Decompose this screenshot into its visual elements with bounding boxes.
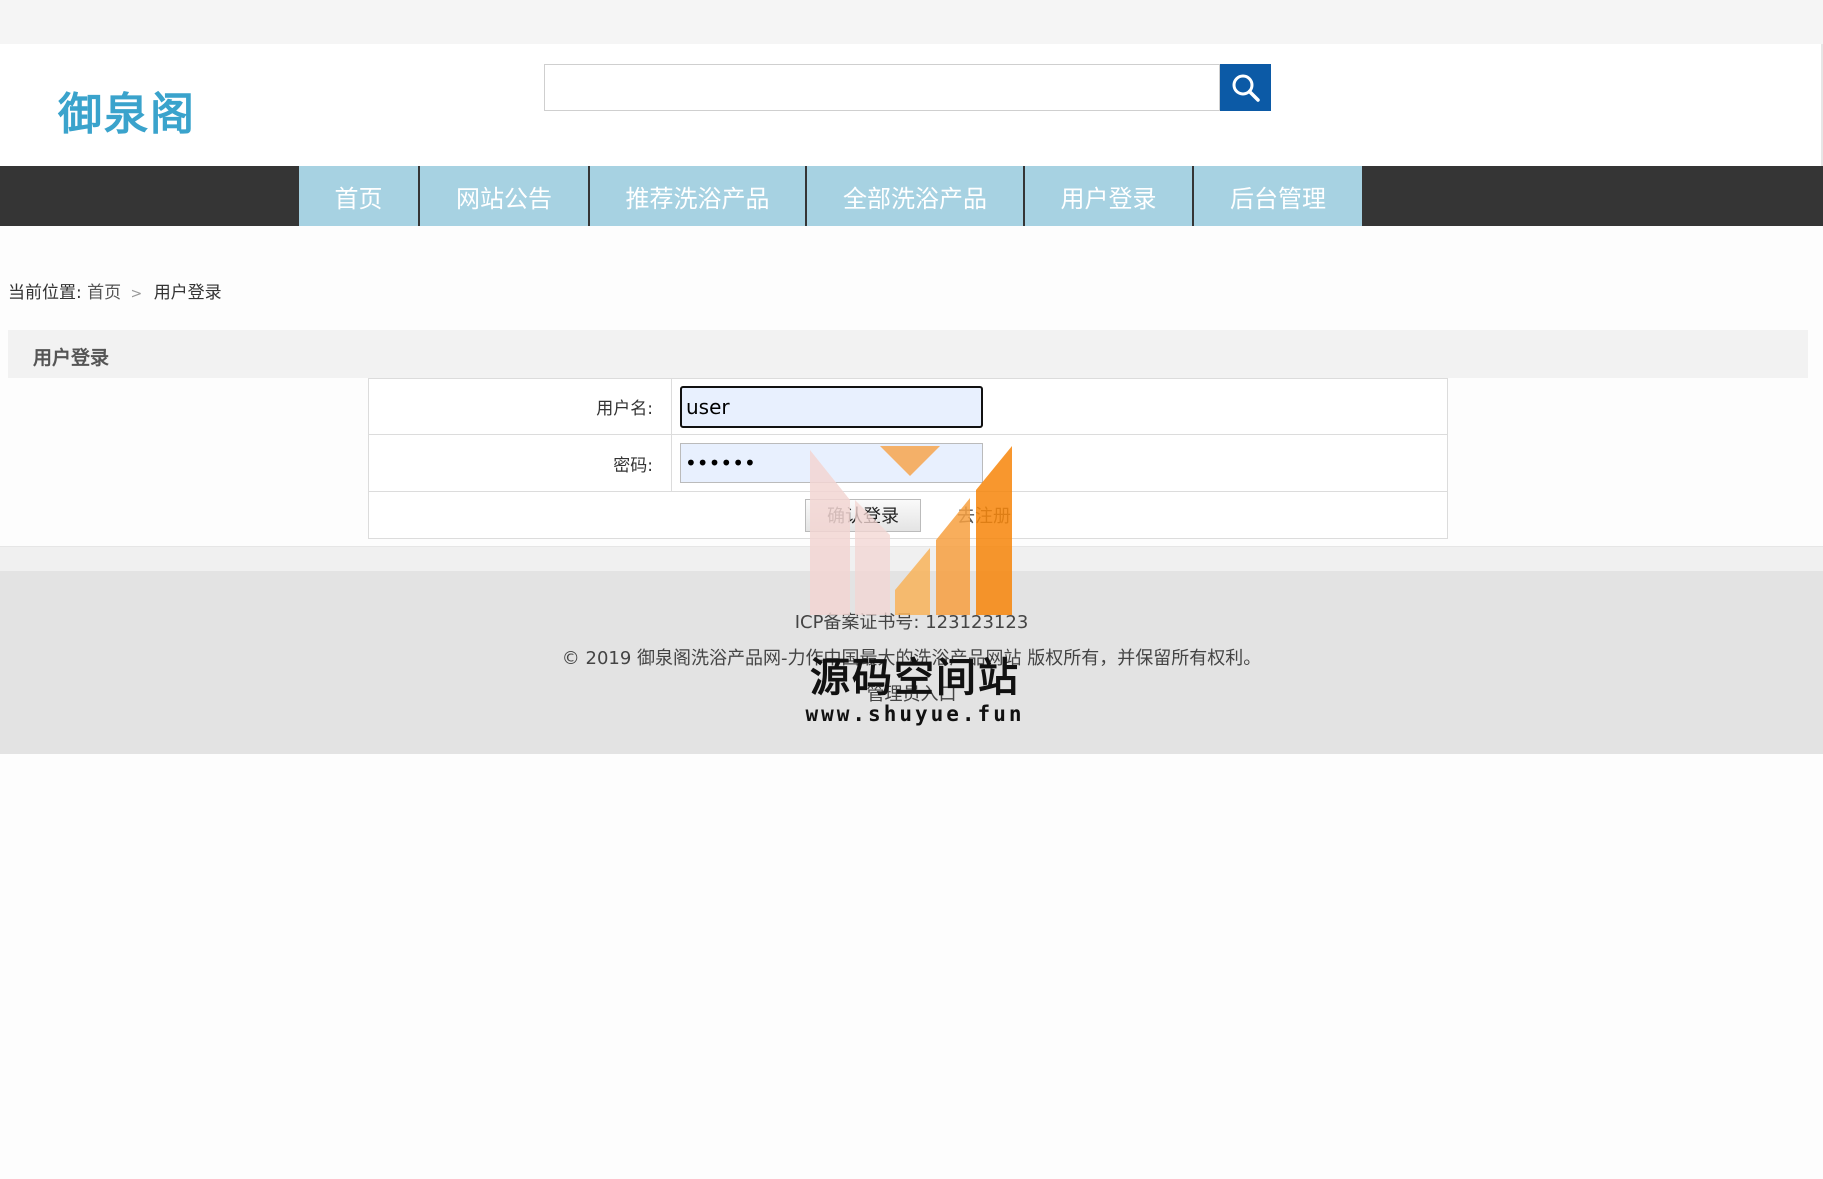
login-section-header: 用户登录: [8, 330, 1808, 378]
top-strip: [0, 0, 1823, 44]
password-field[interactable]: [680, 443, 983, 483]
breadcrumb: 当前位置: 首页 > 用户登录: [8, 278, 222, 303]
login-form: 用户名: 密码: 确认登录 去注册: [368, 378, 1448, 539]
breadcrumb-prefix: 当前位置:: [8, 283, 82, 303]
breadcrumb-current: 用户登录: [153, 283, 222, 303]
footer-divider: [0, 546, 1823, 571]
username-label: 用户名:: [368, 378, 672, 435]
icp-number: ICP备案证书号: 123123123: [794, 612, 1029, 633]
search-icon: [1232, 74, 1260, 102]
password-label: 密码:: [368, 434, 672, 492]
confirm-login-button[interactable]: 确认登录: [805, 498, 921, 532]
main-nav: 首页 网站公告 推荐洗浴产品 全部洗浴产品 用户登录 后台管理: [0, 166, 1823, 226]
copyright-text: © 2019 御泉阁洗浴产品网-力作中国最大的洗浴产品网站 版权所有，并保留所有…: [561, 648, 1262, 669]
header: 御泉阁: [0, 44, 1823, 166]
admin-entry-link[interactable]: 管理员入口: [0, 680, 1823, 706]
username-field[interactable]: [680, 385, 983, 428]
section-title: 用户登录: [33, 347, 110, 369]
breadcrumb-home-link[interactable]: 首页: [87, 283, 121, 303]
search-button[interactable]: [1220, 64, 1271, 111]
search-input[interactable]: [544, 64, 1220, 111]
site-logo[interactable]: 御泉阁: [58, 78, 196, 142]
nav-item-all-products[interactable]: 全部洗浴产品: [807, 166, 1025, 226]
nav-item-home[interactable]: 首页: [299, 166, 420, 226]
nav-item-user-login[interactable]: 用户登录: [1025, 166, 1194, 226]
footer: ICP备案证书号: 123123123 © 2019 御泉阁洗浴产品网-力作中国…: [0, 571, 1823, 754]
nav-item-recommended-products[interactable]: 推荐洗浴产品: [590, 166, 807, 226]
register-link[interactable]: 去注册: [957, 502, 1011, 528]
nav-item-announcements[interactable]: 网站公告: [420, 166, 590, 226]
page: 御泉阁 首页 网站公告 推荐洗浴产品 全部洗浴产品 用户登录 后台管理 当前位置…: [0, 0, 1823, 1179]
nav-item-admin[interactable]: 后台管理: [1194, 166, 1362, 226]
breadcrumb-separator: >: [130, 286, 143, 302]
